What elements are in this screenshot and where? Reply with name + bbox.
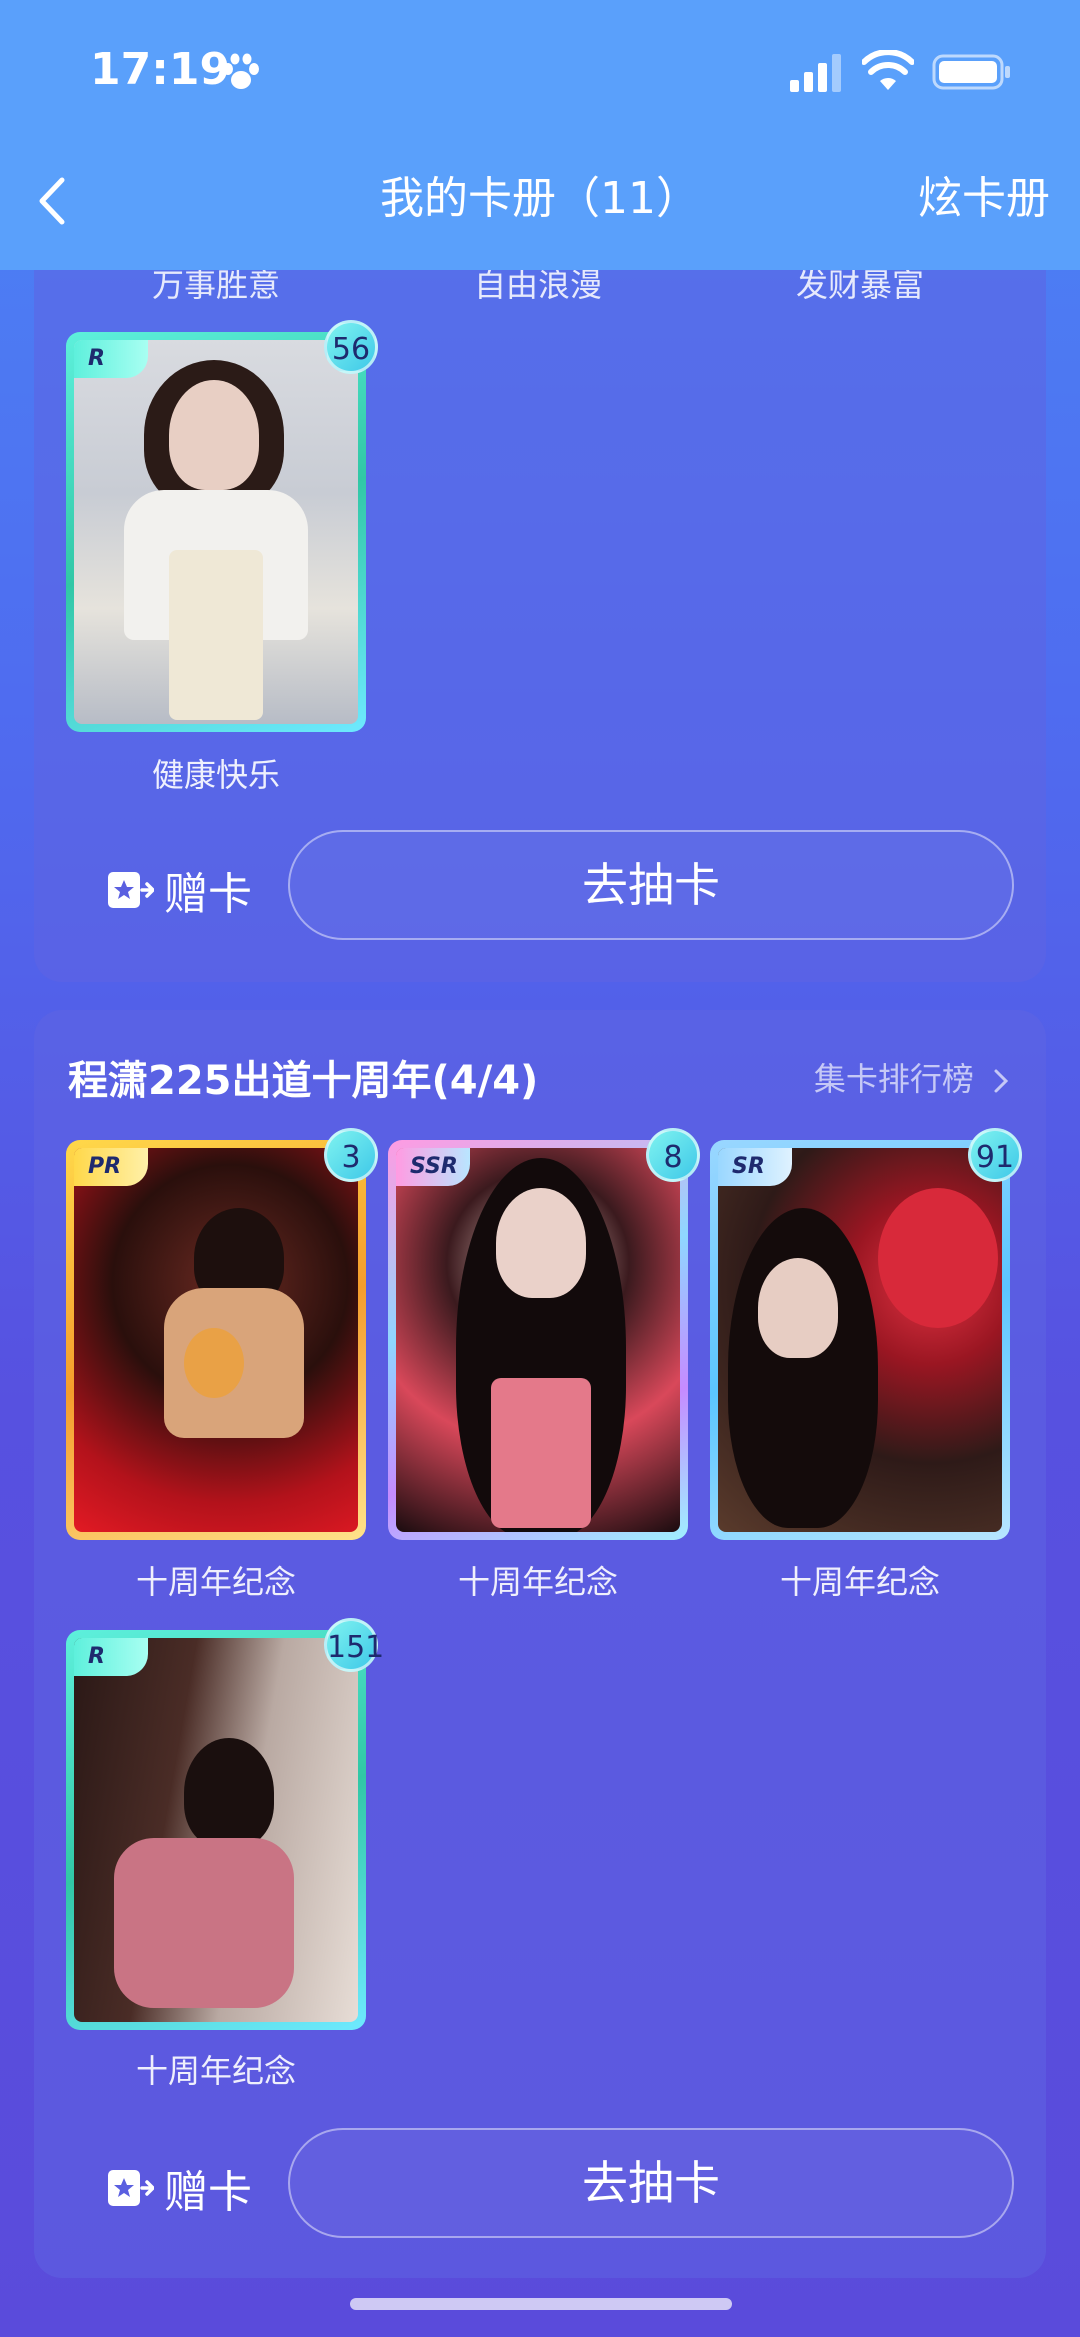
section-title: 程潇225出道十周年(4/4) xyxy=(68,1058,539,1104)
gift-card-icon xyxy=(108,2170,154,2206)
draw-card-button[interactable]: 去抽卡 xyxy=(288,2128,1014,2238)
card-photo xyxy=(74,340,358,724)
wifi-icon xyxy=(862,50,914,90)
draw-card-button[interactable]: 去抽卡 xyxy=(288,830,1014,940)
rarity-badge: PR xyxy=(74,1148,148,1186)
card-item[interactable]: SR xyxy=(710,1140,1010,1540)
gift-card-label: 赠卡 xyxy=(164,2167,252,2218)
leaderboard-link[interactable]: 集卡排行榜 xyxy=(814,1054,1010,1100)
home-indicator xyxy=(350,2298,732,2310)
status-bar: 17:19 xyxy=(0,0,1080,140)
card-photo xyxy=(718,1148,1002,1532)
count-badge: 3 xyxy=(324,1128,378,1182)
leaderboard-label: 集卡排行榜 xyxy=(813,1060,974,1098)
count-badge: 151 xyxy=(324,1618,384,1672)
rarity-badge: R xyxy=(74,1638,148,1676)
card-label: 健康快乐 xyxy=(151,756,280,794)
paw-icon xyxy=(223,53,259,89)
gift-card-button[interactable]: 赠卡 xyxy=(106,2156,252,2220)
card-photo xyxy=(396,1148,680,1532)
count-badge: 56 xyxy=(324,320,378,374)
gift-card-button[interactable]: 赠卡 xyxy=(106,858,252,922)
card-item[interactable]: R xyxy=(66,1630,366,2030)
gift-card-label: 赠卡 xyxy=(164,869,252,920)
rarity-badge: R xyxy=(74,340,148,378)
chevron-right-icon xyxy=(994,1069,1009,1093)
card-item[interactable]: R xyxy=(66,332,366,732)
card-item[interactable]: PR xyxy=(66,1140,366,1540)
card-label: 十周年纪念 xyxy=(135,2052,296,2090)
card-photo xyxy=(74,1638,358,2022)
rarity-badge: SSR xyxy=(396,1148,470,1186)
signal-icon xyxy=(790,54,841,92)
card-photo xyxy=(74,1148,358,1532)
show-album-button[interactable]: 炫卡册 xyxy=(918,162,1050,226)
battery-icon xyxy=(932,54,1010,90)
nav-bar: 我的卡册（11） 炫卡册 xyxy=(0,140,1080,270)
card-item[interactable]: SSR xyxy=(388,1140,688,1540)
card-label: 十周年纪念 xyxy=(457,1563,618,1601)
card-label: 十周年纪念 xyxy=(135,1563,296,1601)
count-badge: 91 xyxy=(968,1128,1022,1182)
card-label: 十周年纪念 xyxy=(779,1563,940,1601)
rarity-badge: SR xyxy=(718,1148,792,1186)
count-badge: 8 xyxy=(646,1128,700,1182)
gift-card-icon xyxy=(108,872,154,908)
status-time: 17:19 xyxy=(90,44,231,95)
